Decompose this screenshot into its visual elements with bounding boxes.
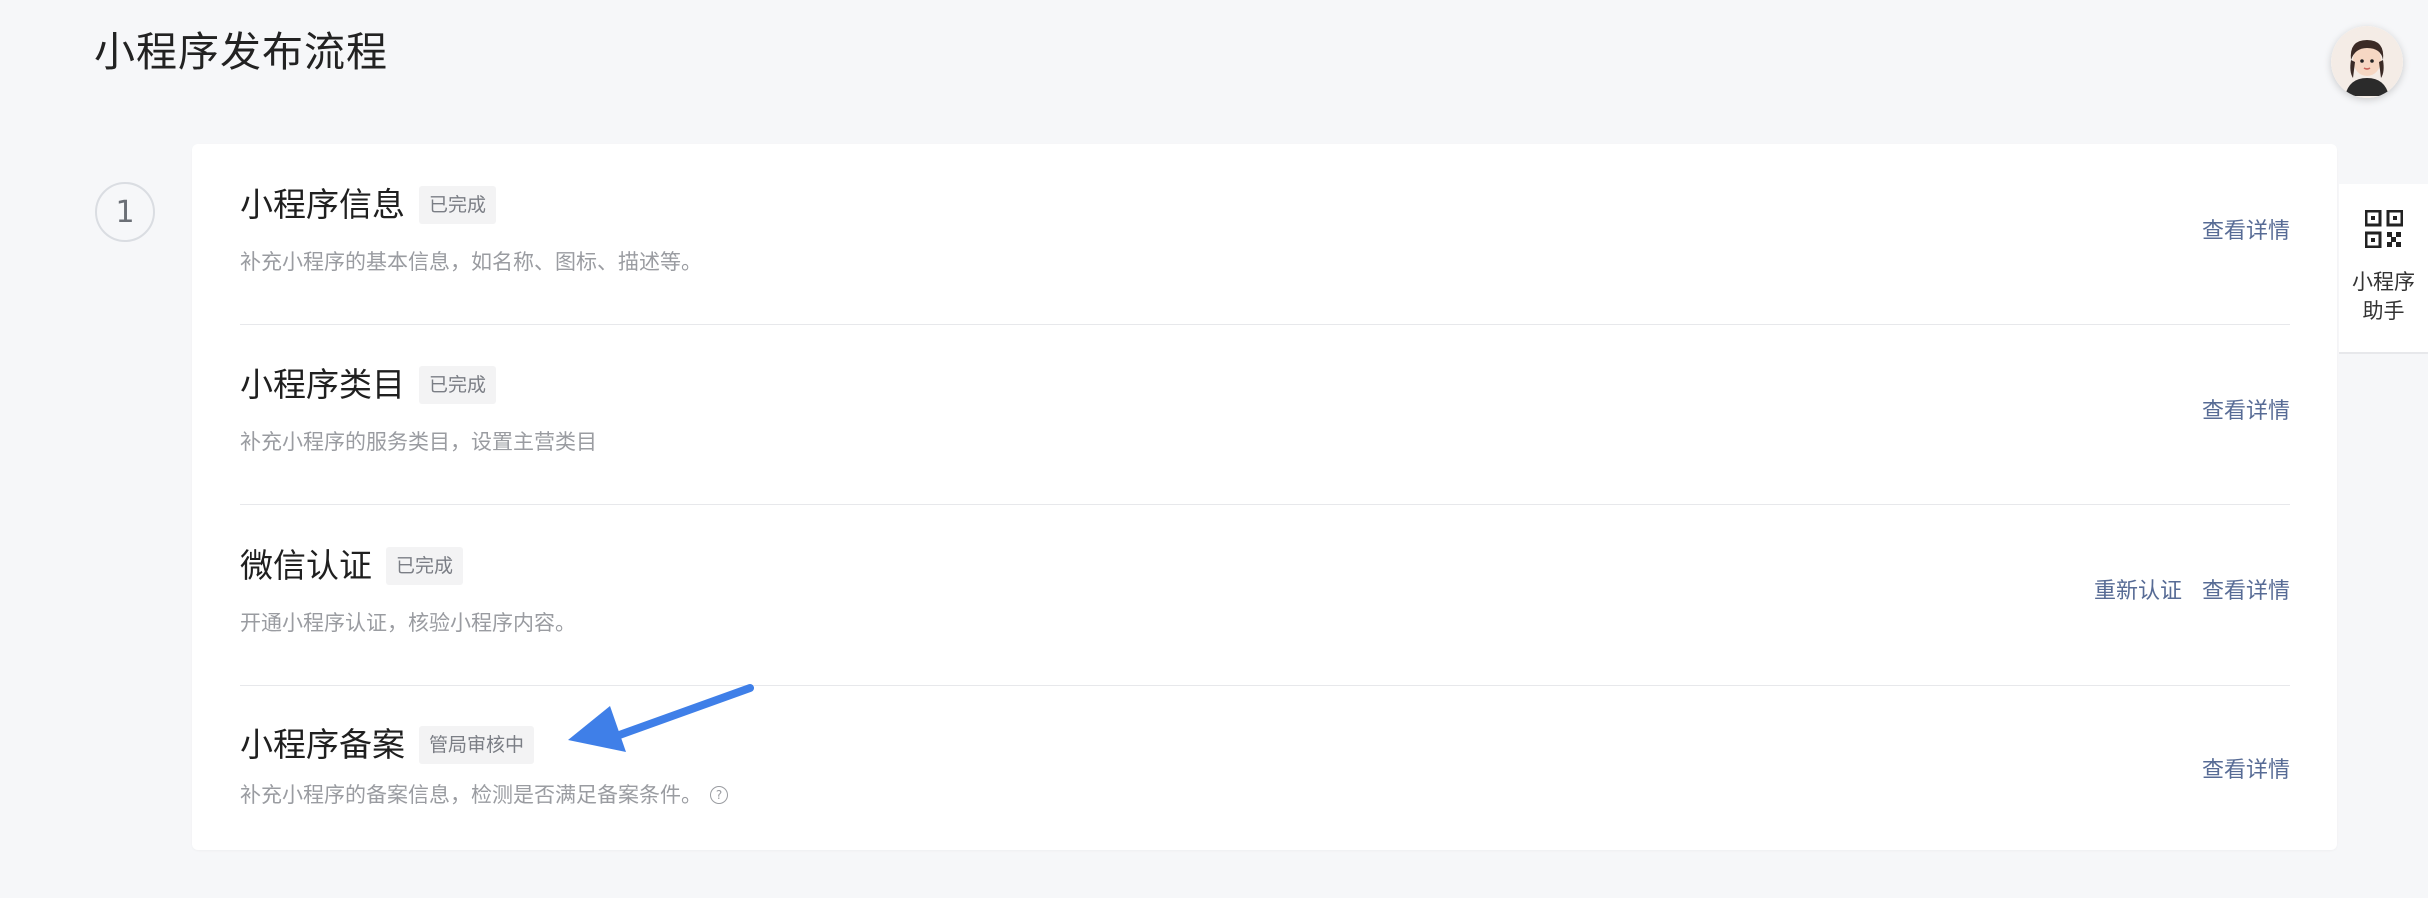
reverify-link[interactable]: 重新认证: [2094, 577, 2182, 607]
mini-program-assistant[interactable]: 小程序助手: [2339, 184, 2428, 354]
item-title: 小程序类目: [240, 365, 405, 404]
status-badge: 管局审核中: [419, 726, 535, 764]
view-details-link[interactable]: 查看详情: [2202, 756, 2290, 786]
item-description: 开通小程序认证，核验小程序内容。: [240, 611, 576, 635]
avatar[interactable]: [2331, 26, 2403, 98]
avatar-image: [2331, 26, 2403, 98]
help-icon[interactable]: ?: [710, 786, 728, 804]
annotation-arrow-icon: [568, 684, 754, 752]
item-description: 补充小程序的备案信息，检测是否满足备案条件。 ?: [240, 780, 728, 810]
status-badge: 已完成: [419, 186, 497, 224]
publish-steps-card: 小程序信息 已完成 补充小程序的基本信息，如名称、图标、描述等。 查看详情 小程…: [192, 144, 2337, 850]
status-badge: 已完成: [386, 547, 464, 585]
step-item-wechat-verification: 微信认证 已完成 开通小程序认证，核验小程序内容。 重新认证 查看详情: [240, 504, 2290, 686]
step-item-mini-program-filing: 小程序备案 管局审核中 补充小程序的备案信息，检测是否满足备案条件。 ? 查看详…: [240, 685, 2290, 850]
item-description: 补充小程序的服务类目，设置主营类目: [240, 430, 597, 454]
item-title: 小程序信息: [240, 185, 405, 224]
item-title: 微信认证: [240, 546, 372, 585]
page-title: 小程序发布流程: [94, 28, 388, 76]
qr-code-icon: [2364, 209, 2403, 249]
step-item-mini-program-info: 小程序信息 已完成 补充小程序的基本信息，如名称、图标、描述等。 查看详情: [240, 144, 2290, 325]
step-number-circle: 1: [95, 182, 155, 242]
view-details-link[interactable]: 查看详情: [2202, 397, 2290, 427]
step-item-mini-program-category: 小程序类目 已完成 补充小程序的服务类目，设置主营类目 查看详情: [240, 324, 2290, 505]
view-details-link[interactable]: 查看详情: [2202, 217, 2290, 247]
status-badge: 已完成: [419, 366, 497, 404]
assistant-label: 小程序助手: [2352, 270, 2415, 323]
item-title: 小程序备案: [240, 725, 405, 764]
view-details-link[interactable]: 查看详情: [2202, 577, 2290, 607]
item-description: 补充小程序的基本信息，如名称、图标、描述等。: [240, 250, 702, 274]
